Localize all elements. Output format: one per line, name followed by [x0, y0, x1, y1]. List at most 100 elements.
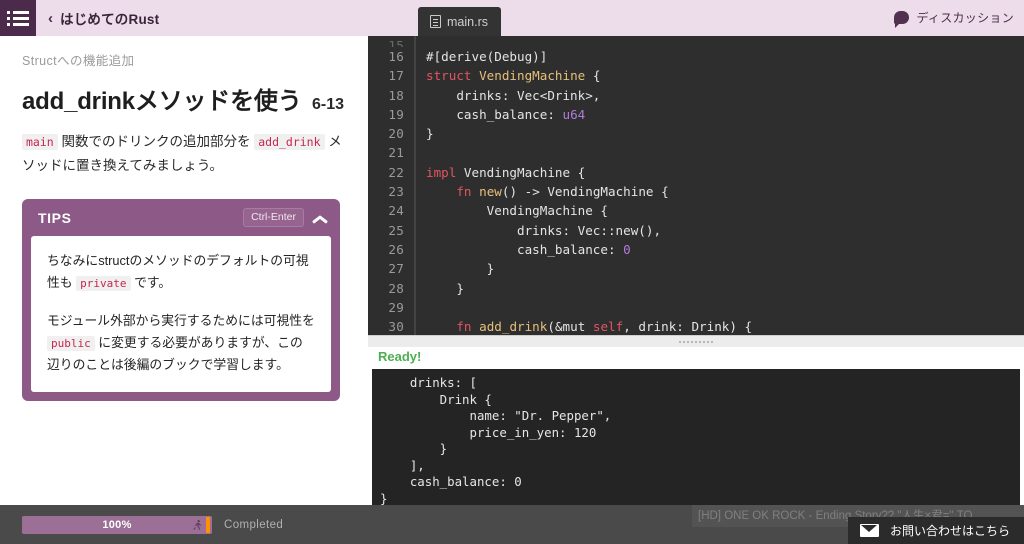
code-text: impl VendingMachine { [416, 163, 585, 182]
drag-grip-icon [678, 339, 714, 344]
progress-bar[interactable]: 100% [22, 515, 212, 534]
code-token: } [426, 261, 495, 277]
code-text: } [416, 124, 434, 143]
code-line[interactable]: 28 } [368, 278, 1024, 298]
code-text: cash_balance: 0 [416, 240, 631, 259]
line-number: 19 [368, 104, 416, 125]
section-label: Structへの機能追加 [22, 54, 135, 68]
page-title: add_drinkメソッドを使う [22, 88, 302, 115]
speech-bubble-icon [894, 11, 910, 28]
line-number: 24 [368, 201, 416, 221]
line-number: 29 [368, 297, 416, 318]
code-token: } [426, 126, 434, 142]
code-line[interactable]: 26 cash_balance: 0 [368, 239, 1024, 260]
line-number: 23 [368, 182, 416, 202]
status-badge: Ready! [368, 347, 1024, 369]
progress-area: 100% Completed [0, 515, 284, 534]
code-token: drinks: Vec<Drink>, [426, 87, 601, 103]
file-icon [430, 15, 441, 28]
lesson-header: ‹ はじめてのRust [0, 0, 368, 36]
hamburger-list-icon[interactable] [0, 0, 36, 36]
code-token: cash_balance: [426, 241, 624, 257]
line-number: 25 [368, 220, 416, 240]
code-text: } [416, 259, 495, 278]
code-text: drinks: Vec::new(), [416, 221, 661, 240]
code-token: cash_balance: [426, 106, 563, 122]
console-output[interactable]: drinks: [ Drink { name: "Dr. Pepper", pr… [372, 369, 1020, 505]
tips-paragraph-1: ちなみにstructのメソッドのデフォルトの可視性も private です。 [47, 250, 315, 294]
code-line[interactable]: 21 [368, 143, 1024, 163]
tips-box: TIPS Ctrl-Enter ちなみにstructのメソッドのデフォルトの可視… [22, 199, 340, 402]
code-line[interactable]: 18 drinks: Vec<Drink>, [368, 85, 1024, 105]
tips-label: TIPS [38, 209, 72, 226]
lesson-description: main 関数でのドリンクの追加部分を add_drink メソッドに置き換えて… [22, 130, 348, 177]
line-number: 20 [368, 124, 416, 144]
code-text: drinks: Vec<Drink>, [416, 86, 600, 105]
line-number: 27 [368, 259, 416, 279]
code-line[interactable]: 30 fn add_drink(&mut self, drink: Drink)… [368, 317, 1024, 335]
code-token: () -> VendingMachine { [501, 184, 669, 200]
discussion-label: ディスカッション [916, 11, 1014, 25]
tips-p2-text1: モジュール外部から実行するためには可視性を [47, 313, 315, 329]
code-line[interactable]: 19 cash_balance: u64 [368, 104, 1024, 125]
code-token: } [426, 280, 464, 296]
code-editor[interactable]: 15 16 #[derive(Debug)] 17 struct VendingMach… [368, 36, 1024, 335]
inline-code-public: public [47, 336, 95, 352]
line-number: 17 [368, 66, 416, 86]
runner-icon [192, 519, 203, 531]
code-line[interactable]: 29 [368, 297, 1024, 318]
chevron-up-icon[interactable] [313, 210, 328, 225]
code-token: self [592, 319, 624, 335]
code-text: fn add_drink(&mut self, drink: Drink) { [416, 317, 752, 335]
code-line[interactable]: 23 fn new() -> VendingMachine { [368, 182, 1024, 202]
code-line[interactable]: 17 struct VendingMachine { [368, 66, 1024, 86]
code-text: VendingMachine { [416, 201, 608, 220]
code-text: #[derive(Debug)] [416, 47, 547, 66]
inline-code-private: private [76, 276, 131, 292]
code-token: VendingMachine { [426, 203, 608, 219]
code-line-partial: 15 [368, 36, 1024, 47]
lesson-body: Structへの機能追加 add_drinkメソッドを使う 6-13 main … [0, 36, 368, 177]
line-number: 15 [368, 36, 416, 47]
code-line[interactable]: 16 #[derive(Debug)] [368, 47, 1024, 67]
code-token: new [479, 184, 502, 200]
line-number: 28 [368, 278, 416, 298]
shortcut-badge[interactable]: Ctrl-Enter [243, 208, 304, 228]
code-line[interactable]: 24 VendingMachine { [368, 201, 1024, 221]
contact-label: お問い合わせはこちら [889, 524, 1010, 538]
line-number: 26 [368, 239, 416, 260]
discussion-button[interactable]: ディスカッション [894, 9, 1014, 28]
code-line[interactable]: 22 impl VendingMachine { [368, 162, 1024, 183]
code-token: drinks: Vec::new(), [426, 222, 662, 238]
code-line[interactable]: 27 } [368, 259, 1024, 279]
tab-label: main.rs [447, 14, 488, 29]
output-panel: Ready! drinks: [ Drink { name: "Dr. Pepp… [368, 347, 1024, 505]
code-token: VendingMachine { [456, 164, 586, 180]
code-token: , drink: Drink) { [623, 319, 753, 335]
panel-splitter[interactable] [368, 335, 1024, 347]
code-text: struct VendingMachine { [416, 66, 600, 85]
desc-text-1: 関数でのドリンクの追加部分を [57, 134, 255, 149]
app-root: ‹ はじめてのRust Structへの機能追加 add_drinkメソッドを使… [0, 0, 1024, 544]
tab-main-rs[interactable]: main.rs [418, 7, 501, 36]
code-token: { [585, 68, 601, 84]
back-chevron-icon[interactable]: ‹ [48, 11, 53, 26]
editor-tabbar: main.rs ディスカッション [368, 0, 1024, 36]
completed-label: Completed [224, 518, 284, 531]
contact-button[interactable]: お問い合わせはこちら [847, 517, 1024, 544]
line-number: 16 [368, 47, 416, 67]
code-text: fn new() -> VendingMachine { [416, 182, 669, 201]
tips-content: ちなみにstructのメソッドのデフォルトの可視性も private です。 モ… [31, 236, 331, 393]
code-line[interactable]: 25 drinks: Vec::new(), [368, 220, 1024, 240]
line-number: 18 [368, 85, 416, 105]
code-line[interactable]: 20} [368, 124, 1024, 144]
code-text: } [416, 279, 464, 298]
